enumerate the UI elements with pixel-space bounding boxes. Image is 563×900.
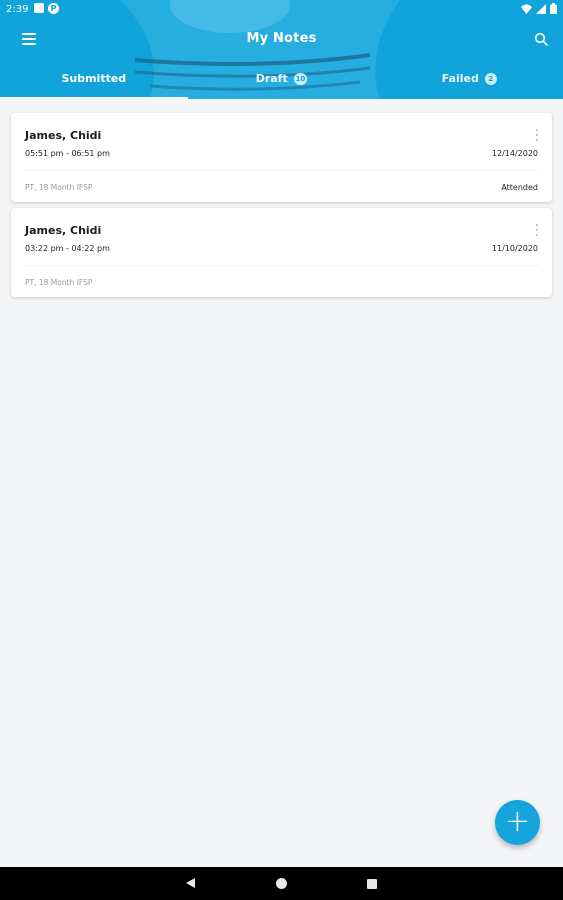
recent-apps-icon[interactable] xyxy=(367,879,377,889)
sim-card-icon xyxy=(34,3,44,13)
tab-label: Failed xyxy=(441,72,479,85)
session-type: PT, 18 Month IFSP xyxy=(25,183,93,192)
more-options-icon[interactable] xyxy=(536,224,539,236)
client-name: James, Chidi xyxy=(25,129,102,142)
session-date: 12/14/2020 xyxy=(491,149,538,158)
attendance-status: Attended xyxy=(501,183,538,192)
tab-submitted[interactable]: Submitted xyxy=(0,66,188,99)
home-icon[interactable] xyxy=(276,878,287,889)
app-header: 2:39 P My Notes Submitted Draft 10 Faile… xyxy=(0,0,563,99)
status-bar: 2:39 P xyxy=(0,0,563,20)
battery-icon xyxy=(550,3,557,14)
tab-draft[interactable]: Draft 10 xyxy=(188,66,376,99)
card-divider xyxy=(25,170,538,171)
add-icon: + xyxy=(504,804,531,839)
toolbar: My Notes xyxy=(0,22,563,58)
back-icon[interactable] xyxy=(186,878,195,888)
page-title: My Notes xyxy=(246,31,317,46)
session-time: 03:22 pm - 04:22 pm xyxy=(25,244,110,253)
draft-count-badge: 10 xyxy=(293,73,308,85)
tab-label: Draft xyxy=(255,72,288,85)
tab-failed[interactable]: Failed 2 xyxy=(375,66,563,99)
session-time: 05:51 pm - 06:51 pm xyxy=(25,149,110,158)
client-name: James, Chidi xyxy=(25,224,102,237)
status-time: 2:39 xyxy=(6,4,29,15)
session-date: 11/10/2020 xyxy=(491,244,538,253)
tab-label: Submitted xyxy=(61,72,127,85)
add-note-button[interactable]: + xyxy=(495,800,540,845)
more-options-icon[interactable] xyxy=(536,129,539,141)
p-app-icon: P xyxy=(48,3,59,14)
search-icon[interactable] xyxy=(534,32,548,46)
tab-bar: Submitted Draft 10 Failed 2 xyxy=(0,66,563,99)
session-type: PT, 18 Month IFSP xyxy=(25,278,93,287)
wifi-icon xyxy=(521,4,532,14)
notes-list: James, Chidi 05:51 pm - 06:51 pm 12/14/2… xyxy=(11,113,552,303)
signal-icon xyxy=(536,3,546,14)
system-nav-bar xyxy=(0,867,563,900)
card-divider xyxy=(25,265,538,266)
note-card[interactable]: James, Chidi 03:22 pm - 04:22 pm 11/10/2… xyxy=(11,208,552,297)
failed-count-badge: 2 xyxy=(484,73,497,85)
note-card[interactable]: James, Chidi 05:51 pm - 06:51 pm 12/14/2… xyxy=(11,113,552,202)
